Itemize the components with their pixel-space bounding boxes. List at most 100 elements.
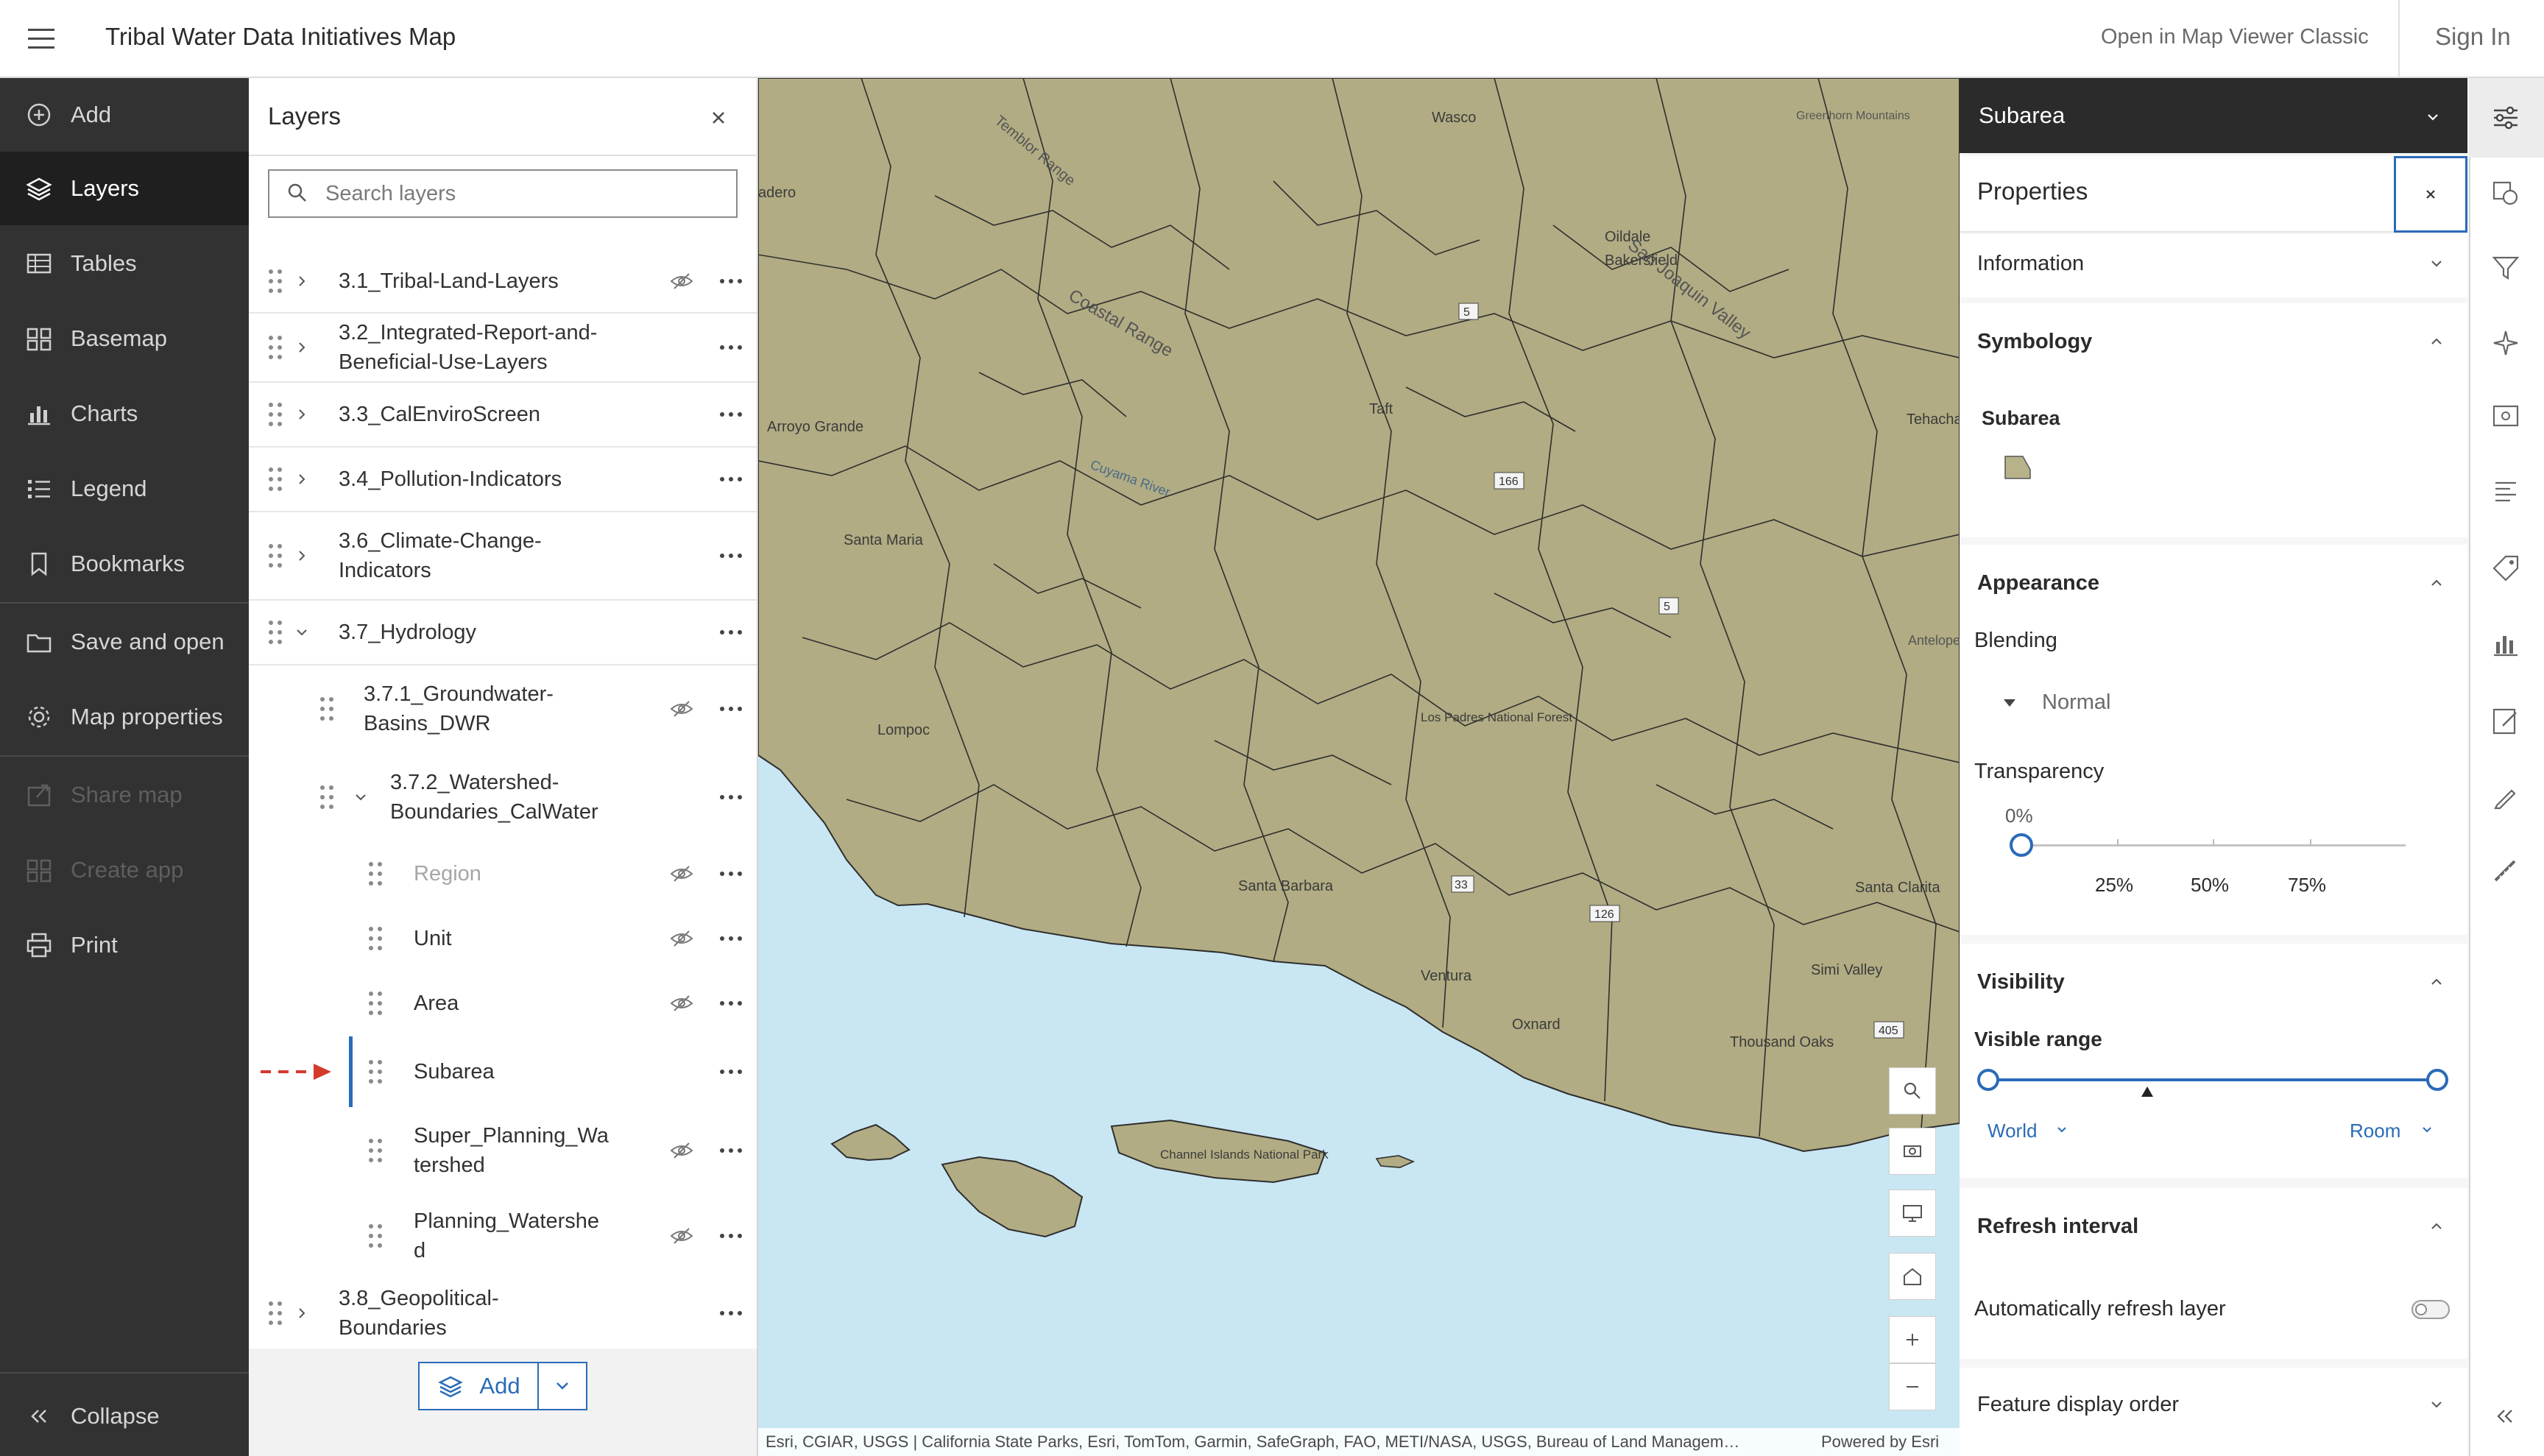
chevron-up-icon[interactable] bbox=[2426, 972, 2447, 992]
chevron-up-icon[interactable] bbox=[2426, 573, 2447, 593]
refresh-interval-header[interactable]: Refresh interval bbox=[1977, 1212, 2138, 1241]
zoom-out-button[interactable] bbox=[1889, 1363, 1936, 1410]
layer-row-geopolitical-boundaries[interactable] bbox=[249, 1279, 757, 1347]
search-layers-input[interactable] bbox=[324, 172, 729, 215]
chevron-down-icon[interactable] bbox=[2426, 1394, 2447, 1415]
more-options-icon[interactable] bbox=[717, 542, 745, 570]
drag-handle-icon[interactable] bbox=[367, 925, 384, 953]
close-icon[interactable] bbox=[705, 105, 732, 131]
chevron-down-icon[interactable] bbox=[2419, 1122, 2435, 1138]
layer-row-climate-change-indicators[interactable] bbox=[249, 512, 757, 599]
close-properties-button[interactable] bbox=[2394, 156, 2467, 233]
chevron-up-icon[interactable] bbox=[2426, 331, 2447, 352]
map-print-button[interactable] bbox=[1889, 1128, 1936, 1175]
chevron-up-icon[interactable] bbox=[2426, 1216, 2447, 1237]
labels-tag-icon[interactable] bbox=[2490, 552, 2522, 584]
more-options-icon[interactable] bbox=[717, 860, 745, 888]
measure-ruler-icon[interactable] bbox=[2490, 855, 2522, 888]
map-home-button[interactable] bbox=[1889, 1253, 1936, 1300]
nav-item-legend[interactable]: Legend bbox=[0, 452, 249, 526]
add-layer-button[interactable]: Add bbox=[418, 1362, 539, 1410]
map-fullscreen-button[interactable] bbox=[1889, 1190, 1936, 1237]
chevron-right-icon[interactable] bbox=[292, 469, 312, 490]
chevron-right-icon[interactable] bbox=[292, 545, 312, 566]
chevron-right-icon[interactable] bbox=[292, 1303, 312, 1324]
more-options-icon[interactable] bbox=[717, 695, 745, 723]
information-header[interactable]: Information bbox=[1977, 249, 2084, 278]
drag-handle-icon[interactable] bbox=[367, 1058, 384, 1086]
transparency-slider-thumb[interactable] bbox=[2010, 833, 2033, 857]
nav-item-print[interactable]: Print bbox=[0, 908, 249, 982]
visibility-off-icon[interactable] bbox=[668, 268, 695, 294]
fields-icon[interactable] bbox=[2490, 477, 2522, 509]
chevron-down-icon[interactable] bbox=[2054, 1122, 2070, 1138]
drag-handle-icon[interactable] bbox=[266, 1299, 284, 1327]
nav-item-bookmarks[interactable]: Bookmarks bbox=[0, 527, 249, 601]
nav-item-basemap[interactable]: Basemap bbox=[0, 302, 249, 375]
drag-handle-icon[interactable] bbox=[318, 783, 336, 811]
more-options-icon[interactable] bbox=[717, 333, 745, 361]
map-view[interactable]: Wasco Bakersfield Oildale Taft Arroyo Gr… bbox=[758, 78, 1960, 1456]
popups-icon[interactable] bbox=[2490, 402, 2522, 434]
drag-handle-icon[interactable] bbox=[266, 542, 284, 570]
visibility-off-icon[interactable] bbox=[668, 1223, 695, 1249]
drag-handle-icon[interactable] bbox=[367, 860, 384, 888]
caret-down-icon[interactable] bbox=[2001, 693, 2018, 711]
collapse-button[interactable]: Collapse bbox=[0, 1379, 249, 1453]
sign-in-button[interactable]: Sign In bbox=[2435, 21, 2511, 53]
visibility-off-icon[interactable] bbox=[668, 696, 695, 722]
drag-handle-icon[interactable] bbox=[318, 695, 336, 723]
map-canvas[interactable]: Wasco Bakersfield Oildale Taft Arroyo Gr… bbox=[758, 78, 1960, 1456]
range-max-thumb[interactable] bbox=[2426, 1069, 2448, 1091]
range-min-thumb[interactable] bbox=[1977, 1069, 1999, 1091]
visibility-off-icon[interactable] bbox=[668, 925, 695, 952]
chevron-right-icon[interactable] bbox=[292, 337, 312, 358]
chevron-down-icon[interactable] bbox=[350, 787, 371, 807]
map-attribution[interactable]: Esri, CGIAR, USGS | California State Par… bbox=[766, 1431, 1739, 1453]
drag-handle-icon[interactable] bbox=[266, 333, 284, 361]
more-options-icon[interactable] bbox=[717, 925, 745, 953]
appearance-header[interactable]: Appearance bbox=[1977, 568, 2099, 598]
sketch-pen-icon[interactable] bbox=[2490, 780, 2522, 813]
polygon-symbol-swatch[interactable] bbox=[2002, 452, 2033, 483]
visibility-off-icon[interactable] bbox=[668, 1137, 695, 1164]
double-chevron-left-icon[interactable] bbox=[2490, 1400, 2522, 1432]
chevron-right-icon[interactable] bbox=[292, 271, 312, 291]
more-options-icon[interactable] bbox=[717, 1137, 745, 1165]
chart-settings-icon[interactable] bbox=[2490, 627, 2522, 660]
more-options-icon[interactable] bbox=[717, 618, 745, 646]
more-options-icon[interactable] bbox=[717, 783, 745, 811]
drag-handle-icon[interactable] bbox=[266, 400, 284, 428]
nav-item-tables[interactable]: Tables bbox=[0, 227, 249, 300]
drag-handle-icon[interactable] bbox=[266, 267, 284, 295]
range-max-select[interactable]: Room bbox=[2350, 1116, 2400, 1145]
nav-item-layers[interactable]: Layers bbox=[0, 152, 249, 225]
properties-sliders-icon[interactable] bbox=[2490, 102, 2522, 134]
edit-form-icon[interactable] bbox=[2490, 705, 2522, 738]
visibility-header[interactable]: Visibility bbox=[1977, 967, 2065, 997]
more-options-icon[interactable] bbox=[717, 989, 745, 1017]
drag-handle-icon[interactable] bbox=[266, 465, 284, 493]
drag-handle-icon[interactable] bbox=[367, 989, 384, 1017]
open-map-viewer-classic-link[interactable]: Open in Map Viewer Classic bbox=[2101, 22, 2369, 52]
hamburger-menu-icon[interactable] bbox=[25, 22, 57, 54]
chevron-down-icon[interactable] bbox=[292, 622, 312, 643]
more-options-icon[interactable] bbox=[717, 1058, 745, 1086]
more-options-icon[interactable] bbox=[717, 1299, 745, 1327]
drag-handle-icon[interactable] bbox=[367, 1222, 384, 1250]
nav-item-charts[interactable]: Charts bbox=[0, 377, 249, 450]
chevron-right-icon[interactable] bbox=[292, 404, 312, 425]
map-search-button[interactable] bbox=[1889, 1067, 1936, 1114]
chevron-down-icon[interactable] bbox=[2426, 253, 2447, 274]
nav-item-save-and-open[interactable]: Save and open bbox=[0, 605, 249, 679]
more-options-icon[interactable] bbox=[717, 1222, 745, 1250]
drag-handle-icon[interactable] bbox=[367, 1137, 384, 1165]
zoom-in-button[interactable] bbox=[1889, 1316, 1936, 1363]
range-min-select[interactable]: World bbox=[1988, 1116, 2037, 1145]
filter-icon[interactable] bbox=[2490, 252, 2522, 284]
powered-by-esri[interactable]: Powered by Esri bbox=[1821, 1431, 1939, 1453]
nav-item-map-properties[interactable]: Map properties bbox=[0, 680, 249, 754]
more-options-icon[interactable] bbox=[717, 267, 745, 295]
blend-mode-select[interactable]: Normal bbox=[2042, 688, 2110, 717]
styles-icon[interactable] bbox=[2490, 177, 2522, 209]
